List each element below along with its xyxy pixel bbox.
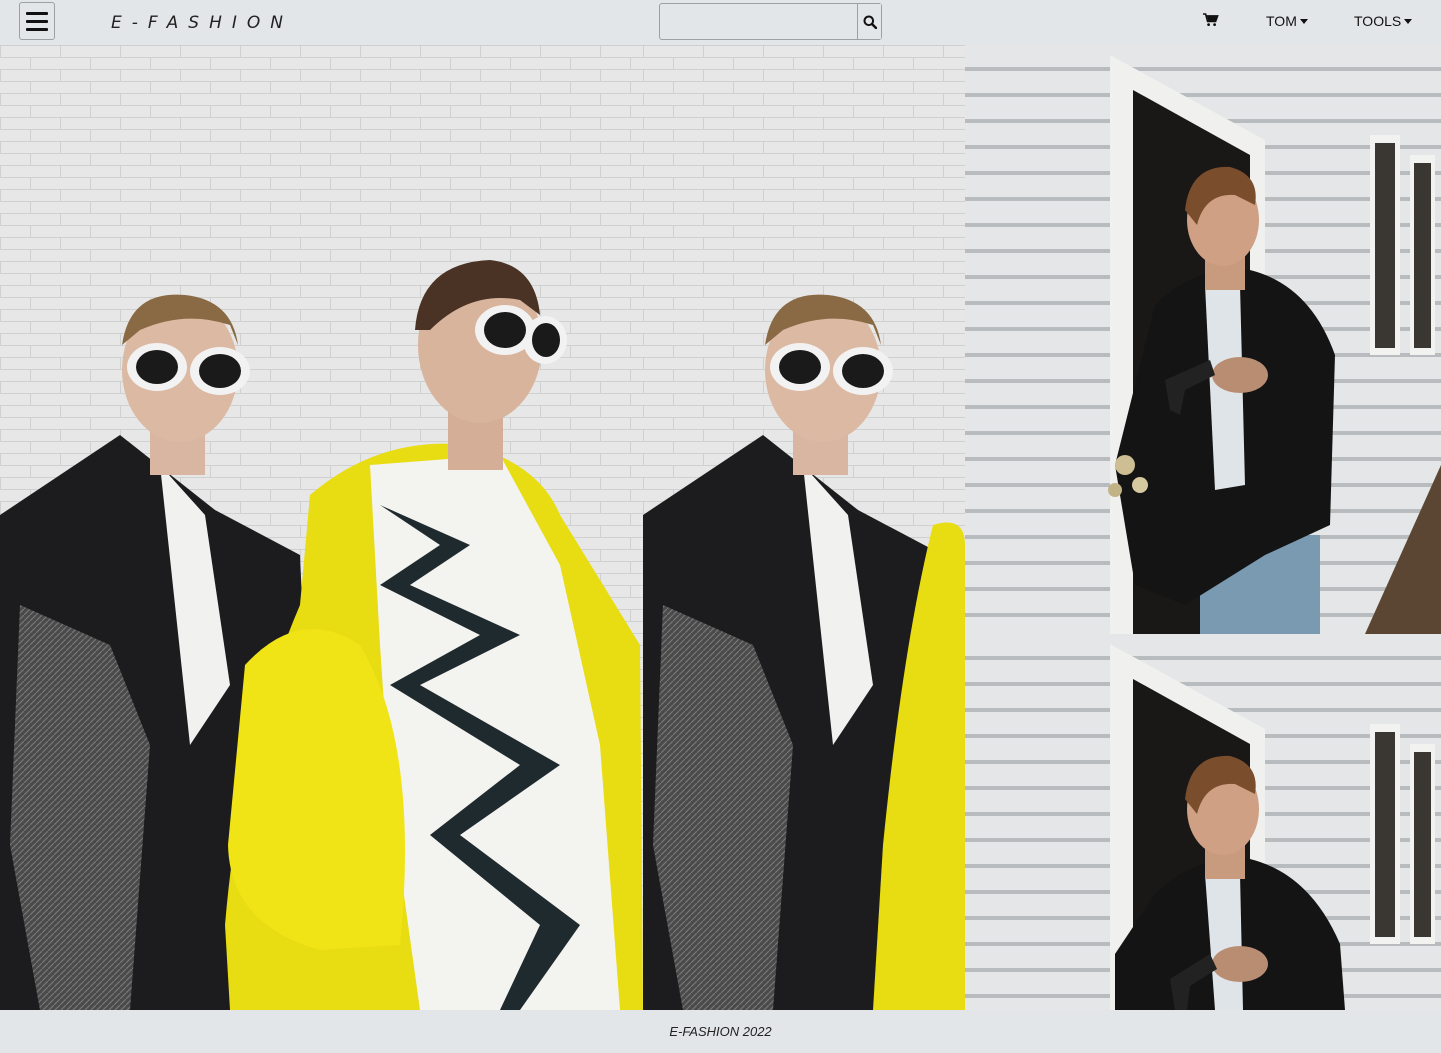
caret-down-icon xyxy=(1404,19,1413,24)
search-button[interactable] xyxy=(857,4,881,39)
shopping-cart-icon xyxy=(1203,13,1219,26)
hamburger-menu-icon[interactable] xyxy=(19,2,55,40)
page-footer: E-FASHION 2022 xyxy=(0,1010,1441,1053)
footer-copyright: E-FASHION 2022 xyxy=(669,1024,772,1039)
user-dropdown-label: TOM xyxy=(1266,13,1297,29)
photo-gallery xyxy=(0,45,1441,1010)
user-dropdown[interactable]: TOM xyxy=(1266,13,1308,29)
gallery-photo-models-sunglasses[interactable] xyxy=(0,45,643,1010)
top-navbar: E-FASHION TOM TOOLS xyxy=(0,0,1441,45)
tools-dropdown-label: TOOLS xyxy=(1354,13,1402,29)
tools-dropdown[interactable]: TOOLS xyxy=(1354,13,1413,29)
gallery-photo-leather-jacket-2[interactable] xyxy=(965,634,1441,1010)
caret-down-icon xyxy=(1299,19,1308,24)
gallery-photo-model-coat[interactable] xyxy=(643,45,965,1010)
search-input[interactable] xyxy=(660,4,857,39)
brand-logo[interactable]: E-FASHION xyxy=(111,13,293,33)
cart-button[interactable] xyxy=(1203,13,1221,29)
gallery-photo-leather-jacket[interactable] xyxy=(965,45,1441,634)
search-bar xyxy=(659,3,882,40)
search-icon xyxy=(863,15,877,29)
